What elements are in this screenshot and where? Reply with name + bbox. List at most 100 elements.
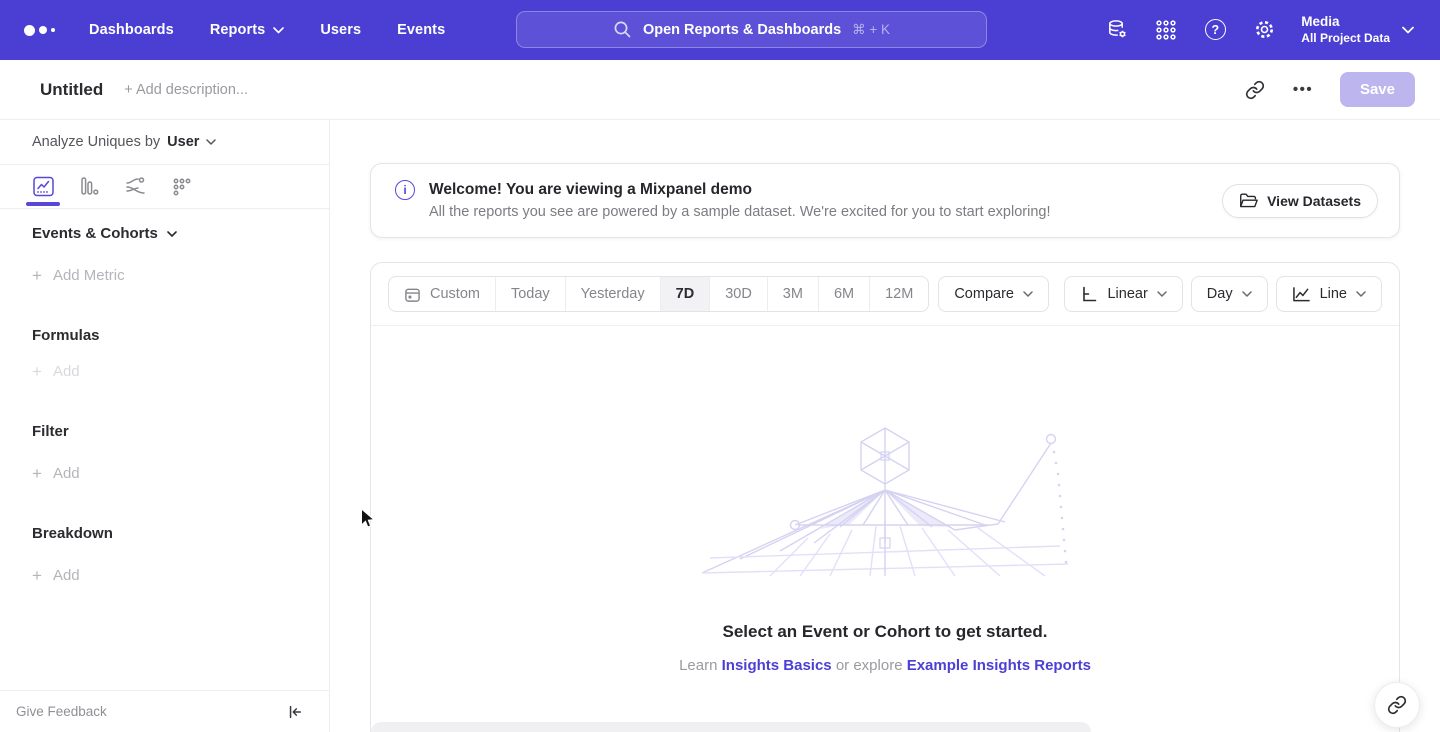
range-30d-label: 30D bbox=[725, 286, 752, 302]
data-management-icon[interactable] bbox=[1105, 18, 1129, 42]
project-scope: All Project Data bbox=[1301, 31, 1390, 47]
range-30d[interactable]: 30D bbox=[709, 277, 767, 311]
add-metric-label: Add Metric bbox=[53, 266, 125, 286]
chevron-down-icon bbox=[167, 231, 177, 238]
ellipsis-icon: ••• bbox=[1293, 81, 1313, 98]
range-yesterday[interactable]: Yesterday bbox=[565, 277, 660, 311]
nav-users-label: Users bbox=[320, 22, 361, 38]
sidebar-footer: Give Feedback bbox=[0, 690, 329, 732]
nav-reports[interactable]: Reports bbox=[210, 22, 285, 38]
range-3m-label: 3M bbox=[783, 286, 803, 302]
project-selector[interactable]: Media All Project Data bbox=[1301, 13, 1414, 46]
range-custom-label: Custom bbox=[430, 286, 480, 302]
add-filter-button[interactable]: + Add bbox=[32, 464, 80, 484]
events-cohorts-header[interactable]: Events & Cohorts bbox=[32, 224, 177, 244]
nav-dashboards[interactable]: Dashboards bbox=[89, 22, 174, 38]
learn-prefix: Learn bbox=[679, 657, 717, 674]
nav-reports-label: Reports bbox=[210, 22, 266, 38]
chevron-down-icon bbox=[206, 139, 216, 146]
empty-state: Select an Event or Cohort to get started… bbox=[371, 326, 1399, 674]
more-options-button[interactable]: ••• bbox=[1285, 72, 1321, 108]
compare-button[interactable]: Compare bbox=[938, 276, 1049, 312]
date-range-segmented-control: Custom Today Yesterday 7D 30D 3M 6M 12M bbox=[388, 276, 929, 312]
help-icon[interactable]: ? bbox=[1203, 18, 1227, 42]
search-placeholder: Open Reports & Dashboards bbox=[643, 22, 841, 38]
interval-label: Day bbox=[1207, 286, 1233, 302]
view-datasets-label: View Datasets bbox=[1267, 193, 1361, 209]
main-content: i Welcome! You are viewing a Mixpanel de… bbox=[330, 120, 1440, 732]
plus-icon: + bbox=[32, 566, 42, 586]
range-12m[interactable]: 12M bbox=[869, 277, 928, 311]
insights-chart-card: Custom Today Yesterday 7D 30D 3M 6M 12M … bbox=[370, 262, 1400, 732]
project-name: Media bbox=[1301, 13, 1390, 31]
range-6m-label: 6M bbox=[834, 286, 854, 302]
range-yesterday-label: Yesterday bbox=[581, 286, 645, 302]
range-custom[interactable]: Custom bbox=[389, 277, 495, 311]
report-description-placeholder[interactable]: + Add description... bbox=[124, 82, 248, 98]
search-shortcut: ⌘ + K bbox=[852, 22, 890, 38]
plus-icon: + bbox=[32, 266, 42, 286]
breakdown-label: Breakdown bbox=[32, 524, 113, 544]
global-search[interactable]: Open Reports & Dashboards ⌘ + K bbox=[516, 11, 987, 48]
nav-events-label: Events bbox=[397, 22, 445, 38]
share-link-fab[interactable] bbox=[1374, 682, 1420, 728]
chart-type-label: Line bbox=[1320, 286, 1347, 302]
events-cohorts-label: Events & Cohorts bbox=[32, 224, 158, 244]
add-breakdown-button[interactable]: + Add bbox=[32, 566, 80, 586]
chevron-down-icon bbox=[1242, 291, 1252, 298]
chart-controls: Custom Today Yesterday 7D 30D 3M 6M 12M … bbox=[371, 263, 1399, 326]
analyze-label: Analyze Uniques by bbox=[32, 134, 160, 150]
save-button[interactable]: Save bbox=[1340, 72, 1415, 107]
mixpanel-logo[interactable] bbox=[24, 25, 55, 36]
chevron-down-icon bbox=[1023, 291, 1033, 298]
add-metric-button[interactable]: + Add Metric bbox=[32, 266, 125, 286]
flow-tab[interactable] bbox=[122, 165, 148, 208]
range-3m[interactable]: 3M bbox=[767, 277, 818, 311]
formulas-header: Formulas bbox=[32, 326, 100, 346]
demo-welcome-banner: i Welcome! You are viewing a Mixpanel de… bbox=[370, 163, 1400, 238]
link-icon bbox=[1387, 695, 1407, 715]
help-glyph: ? bbox=[1205, 19, 1226, 40]
analyze-by-value: User bbox=[167, 134, 199, 150]
insights-basics-link[interactable]: Insights Basics bbox=[722, 657, 832, 674]
metrics-grid-tab[interactable] bbox=[168, 165, 194, 208]
query-builder-sidebar: Analyze Uniques by User bbox=[0, 120, 330, 732]
range-7d[interactable]: 7D bbox=[660, 277, 710, 311]
filter-label: Filter bbox=[32, 422, 69, 442]
range-today[interactable]: Today bbox=[495, 277, 565, 311]
interval-selector[interactable]: Day bbox=[1191, 276, 1268, 312]
apps-grid-icon[interactable] bbox=[1154, 18, 1178, 42]
visualization-tabs bbox=[0, 165, 329, 209]
report-header: Untitled + Add description... ••• Save bbox=[0, 60, 1440, 120]
bottom-panel-edge[interactable] bbox=[371, 722, 1091, 732]
bar-chart-tab[interactable] bbox=[76, 165, 102, 208]
give-feedback-link[interactable]: Give Feedback bbox=[16, 704, 107, 719]
analyze-by-dropdown[interactable]: User bbox=[167, 134, 216, 150]
nav-events[interactable]: Events bbox=[397, 22, 445, 38]
search-icon bbox=[613, 20, 632, 39]
example-insights-reports-link[interactable]: Example Insights Reports bbox=[907, 657, 1091, 674]
nav-users[interactable]: Users bbox=[320, 22, 361, 38]
linear-axis-icon bbox=[1080, 285, 1098, 303]
empty-state-links: Learn Insights Basics or explore Example… bbox=[679, 657, 1091, 674]
report-title[interactable]: Untitled bbox=[40, 80, 103, 100]
settings-gear-icon[interactable] bbox=[1252, 18, 1276, 42]
plus-icon: + bbox=[32, 464, 42, 484]
calendar-icon bbox=[404, 286, 421, 303]
copy-link-icon[interactable] bbox=[1237, 72, 1273, 108]
view-datasets-button[interactable]: View Datasets bbox=[1222, 184, 1378, 218]
nav-dashboards-label: Dashboards bbox=[89, 22, 174, 38]
range-6m[interactable]: 6M bbox=[818, 277, 869, 311]
line-chart-icon bbox=[1292, 286, 1311, 303]
folder-icon bbox=[1239, 192, 1258, 209]
chart-type-selector[interactable]: Line bbox=[1276, 276, 1382, 312]
add-filter-label: Add bbox=[53, 464, 80, 484]
insights-line-chart-tab[interactable] bbox=[30, 165, 56, 208]
breakdown-header: Breakdown bbox=[32, 524, 113, 544]
analyze-uniques-row: Analyze Uniques by User bbox=[0, 120, 329, 165]
plus-icon: + bbox=[32, 362, 42, 382]
add-formula-button[interactable]: + Add bbox=[32, 362, 80, 382]
chevron-down-icon bbox=[1402, 26, 1414, 34]
scale-selector[interactable]: Linear bbox=[1064, 276, 1182, 312]
collapse-sidebar-icon[interactable] bbox=[287, 704, 303, 720]
